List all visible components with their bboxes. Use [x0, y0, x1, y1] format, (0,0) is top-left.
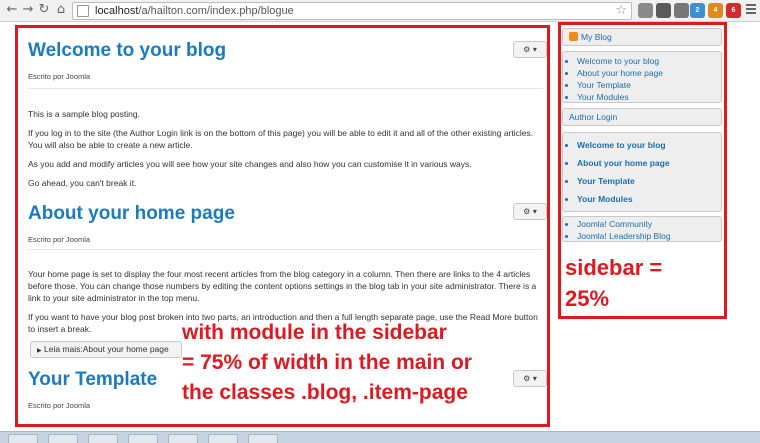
page-icon: [77, 5, 89, 17]
sidebar-link[interactable]: About your home page: [577, 67, 721, 79]
puzzle-icon[interactable]: [674, 3, 689, 18]
article-paragraph: Your home page is set to display the fou…: [28, 269, 537, 303]
sidebar-link[interactable]: Welcome to your blog: [577, 55, 721, 67]
annotation-line: with module in the sidebar: [182, 321, 447, 344]
module-author-login-header: Author Login: [562, 108, 722, 126]
module-links: Joomla! Community Joomla! Leadership Blo…: [562, 216, 722, 242]
extension-badge-icon-1[interactable]: 2: [690, 3, 705, 18]
module-author-login-list: Welcome to your blog About your home pag…: [562, 132, 722, 212]
article-byline: Escrito por Joomla: [28, 72, 91, 81]
article-options-button[interactable]: ⚙ ▾: [513, 41, 547, 58]
extension-icon-1[interactable]: [638, 3, 653, 18]
sidebar-link[interactable]: Welcome to your blog: [577, 136, 721, 154]
article-options-button[interactable]: ⚙ ▾: [513, 370, 547, 387]
extension-badge-icon-3[interactable]: 6: [726, 3, 741, 18]
article-body: This is a sample blog posting. If you lo…: [28, 108, 538, 196]
article-welcome: Welcome to your blog Escrito por Joomla: [28, 40, 538, 81]
taskbar-item[interactable]: [48, 434, 78, 443]
article-title[interactable]: Welcome to your blog: [28, 40, 538, 62]
taskbar: [0, 431, 760, 443]
article-title[interactable]: About your home page: [28, 203, 538, 225]
sidebar-link[interactable]: Joomla! Community: [577, 218, 721, 230]
rss-icon: [569, 32, 578, 41]
module-title[interactable]: Author Login: [563, 109, 721, 126]
sidebar-link[interactable]: Joomla! Leadership Blog: [577, 230, 721, 242]
article-byline: Escrito por Joomla: [28, 235, 91, 244]
annotation-line: the classes .blog, .item-page: [182, 381, 468, 404]
module-my-blog-header: My Blog: [562, 28, 722, 46]
address-bar[interactable]: localhost/a/hailton.com/index.php/blogue…: [72, 2, 632, 20]
read-more-label: Leia mais:About your home page: [44, 344, 169, 354]
menu-icon[interactable]: [746, 4, 756, 16]
eyedropper-icon[interactable]: [656, 3, 671, 18]
reload-icon[interactable]: ↻: [36, 2, 52, 18]
url-text: localhost/a/hailton.com/index.php/blogue: [95, 5, 294, 17]
taskbar-item[interactable]: [128, 434, 158, 443]
taskbar-item[interactable]: [248, 434, 278, 443]
sidebar-link[interactable]: Your Modules: [577, 91, 721, 103]
module-title[interactable]: My Blog: [581, 32, 612, 42]
taskbar-item[interactable]: [88, 434, 118, 443]
module-my-blog-list: Welcome to your blog About your home pag…: [562, 51, 722, 103]
article-paragraph: If you log in to the site (the Author Lo…: [28, 128, 534, 150]
taskbar-item[interactable]: [208, 434, 238, 443]
article-options-button[interactable]: ⚙ ▾: [513, 203, 547, 220]
browser-toolbar: ← → ↻ ⌂ localhost/a/hailton.com/index.ph…: [0, 0, 760, 22]
forward-icon[interactable]: →: [20, 2, 36, 18]
taskbar-item[interactable]: [168, 434, 198, 443]
annotation-main: with module in the sidebar = 75% of widt…: [182, 318, 472, 408]
article-about-home-page: About your home page Escrito por Joomla: [28, 203, 538, 244]
divider: [28, 88, 543, 89]
back-icon[interactable]: ←: [4, 2, 20, 18]
sidebar-link[interactable]: Your Template: [577, 79, 721, 91]
read-more-button[interactable]: ▶ Leia mais:About your home page: [30, 341, 182, 358]
taskbar-item[interactable]: [8, 434, 38, 443]
star-icon[interactable]: ☆: [615, 3, 627, 18]
home-icon[interactable]: ⌂: [53, 2, 69, 18]
sidebar-link[interactable]: Your Template: [577, 172, 721, 190]
annotation-sidebar: sidebar = 25%: [565, 252, 662, 314]
chevron-right-icon: ▶: [37, 348, 42, 354]
annotation-line: sidebar =: [565, 255, 663, 280]
divider: [28, 249, 543, 250]
sidebar-link[interactable]: About your home page: [577, 154, 721, 172]
article-paragraph: This is a sample blog posting.: [28, 109, 140, 119]
sidebar-link[interactable]: Your Modules: [577, 190, 721, 208]
article-paragraph: As you add and modify articles you will …: [28, 159, 472, 169]
annotation-line: = 75% of width in the main or: [182, 351, 472, 374]
extension-badge-icon-2[interactable]: 4: [708, 3, 723, 18]
article-paragraph: Go ahead, you can't break it.: [28, 178, 137, 188]
annotation-line: 25%: [565, 286, 610, 311]
